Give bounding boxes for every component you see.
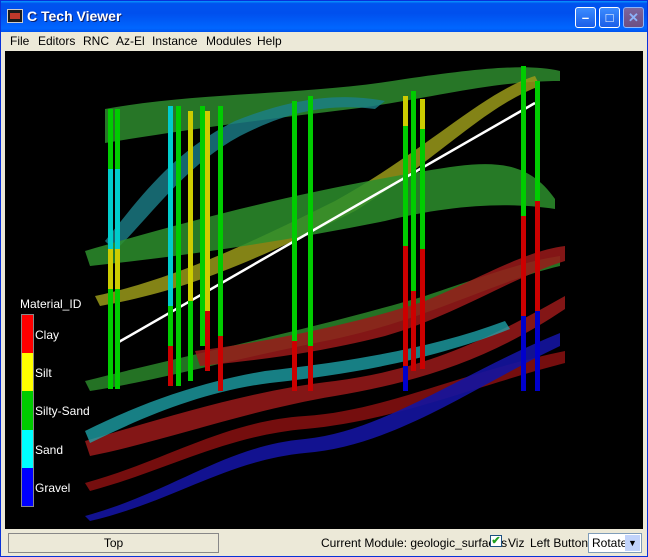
mouse-mode-select[interactable]: Rotate ▼	[588, 533, 642, 553]
borehole-5	[521, 66, 540, 391]
viz-label: Viz	[508, 536, 525, 550]
viz-checkbox[interactable]: ✔	[490, 535, 502, 547]
top-view-button[interactable]: Top	[8, 533, 219, 553]
geologic-model-render	[85, 66, 565, 521]
app-window: C Tech Viewer – □ ✕ File Editors RNC Az-…	[0, 0, 648, 557]
legend-swatch-silt	[22, 353, 33, 392]
legend-title: Material_ID	[20, 297, 82, 311]
legend-label-silt: Silt	[35, 366, 52, 380]
borehole-4	[403, 91, 425, 391]
mouse-mode-value: Rotate	[592, 536, 628, 550]
surface-clay-upper	[195, 246, 565, 366]
legend-swatch-silty-sand	[22, 391, 33, 430]
legend-swatch-gravel	[22, 467, 33, 506]
legend-swatch-sand	[22, 429, 33, 468]
menu-instance[interactable]: Instance	[152, 34, 197, 48]
legend-colorbar	[21, 314, 34, 507]
3d-viewport[interactable]: Material_ID Clay Silt Silty-Sand Sand Gr…	[5, 51, 643, 529]
left-button-label: Left Button	[530, 536, 589, 550]
menu-file[interactable]: File	[10, 34, 29, 48]
menu-help[interactable]: Help	[257, 34, 282, 48]
app-icon	[7, 9, 23, 23]
maximize-button[interactable]: □	[599, 7, 620, 28]
menu-editors[interactable]: Editors	[38, 34, 75, 48]
status-bar: Top Current Module: geologic_surfaces ✔ …	[1, 531, 647, 556]
menu-az-el[interactable]: Az-El	[116, 34, 145, 48]
window-title: C Tech Viewer	[27, 8, 122, 24]
surface-mid-green	[85, 164, 555, 266]
menu-bar: File Editors RNC Az-El Instance Modules …	[4, 32, 644, 50]
legend-swatch-clay	[22, 315, 33, 354]
minimize-button[interactable]: –	[575, 7, 596, 28]
legend-label-silty-sand: Silty-Sand	[35, 404, 90, 418]
close-button[interactable]: ✕	[623, 7, 644, 28]
chevron-down-icon[interactable]: ▼	[625, 535, 640, 551]
legend-label-gravel: Gravel	[35, 481, 71, 495]
menu-rnc[interactable]: RNC	[83, 34, 109, 48]
current-module-text: Current Module: geologic_surfaces	[321, 536, 508, 550]
menu-modules[interactable]: Modules	[206, 34, 251, 48]
title-bar[interactable]: C Tech Viewer – □ ✕	[1, 1, 647, 32]
legend-label-clay: Clay	[35, 328, 60, 342]
legend-label-sand: Sand	[35, 443, 64, 457]
